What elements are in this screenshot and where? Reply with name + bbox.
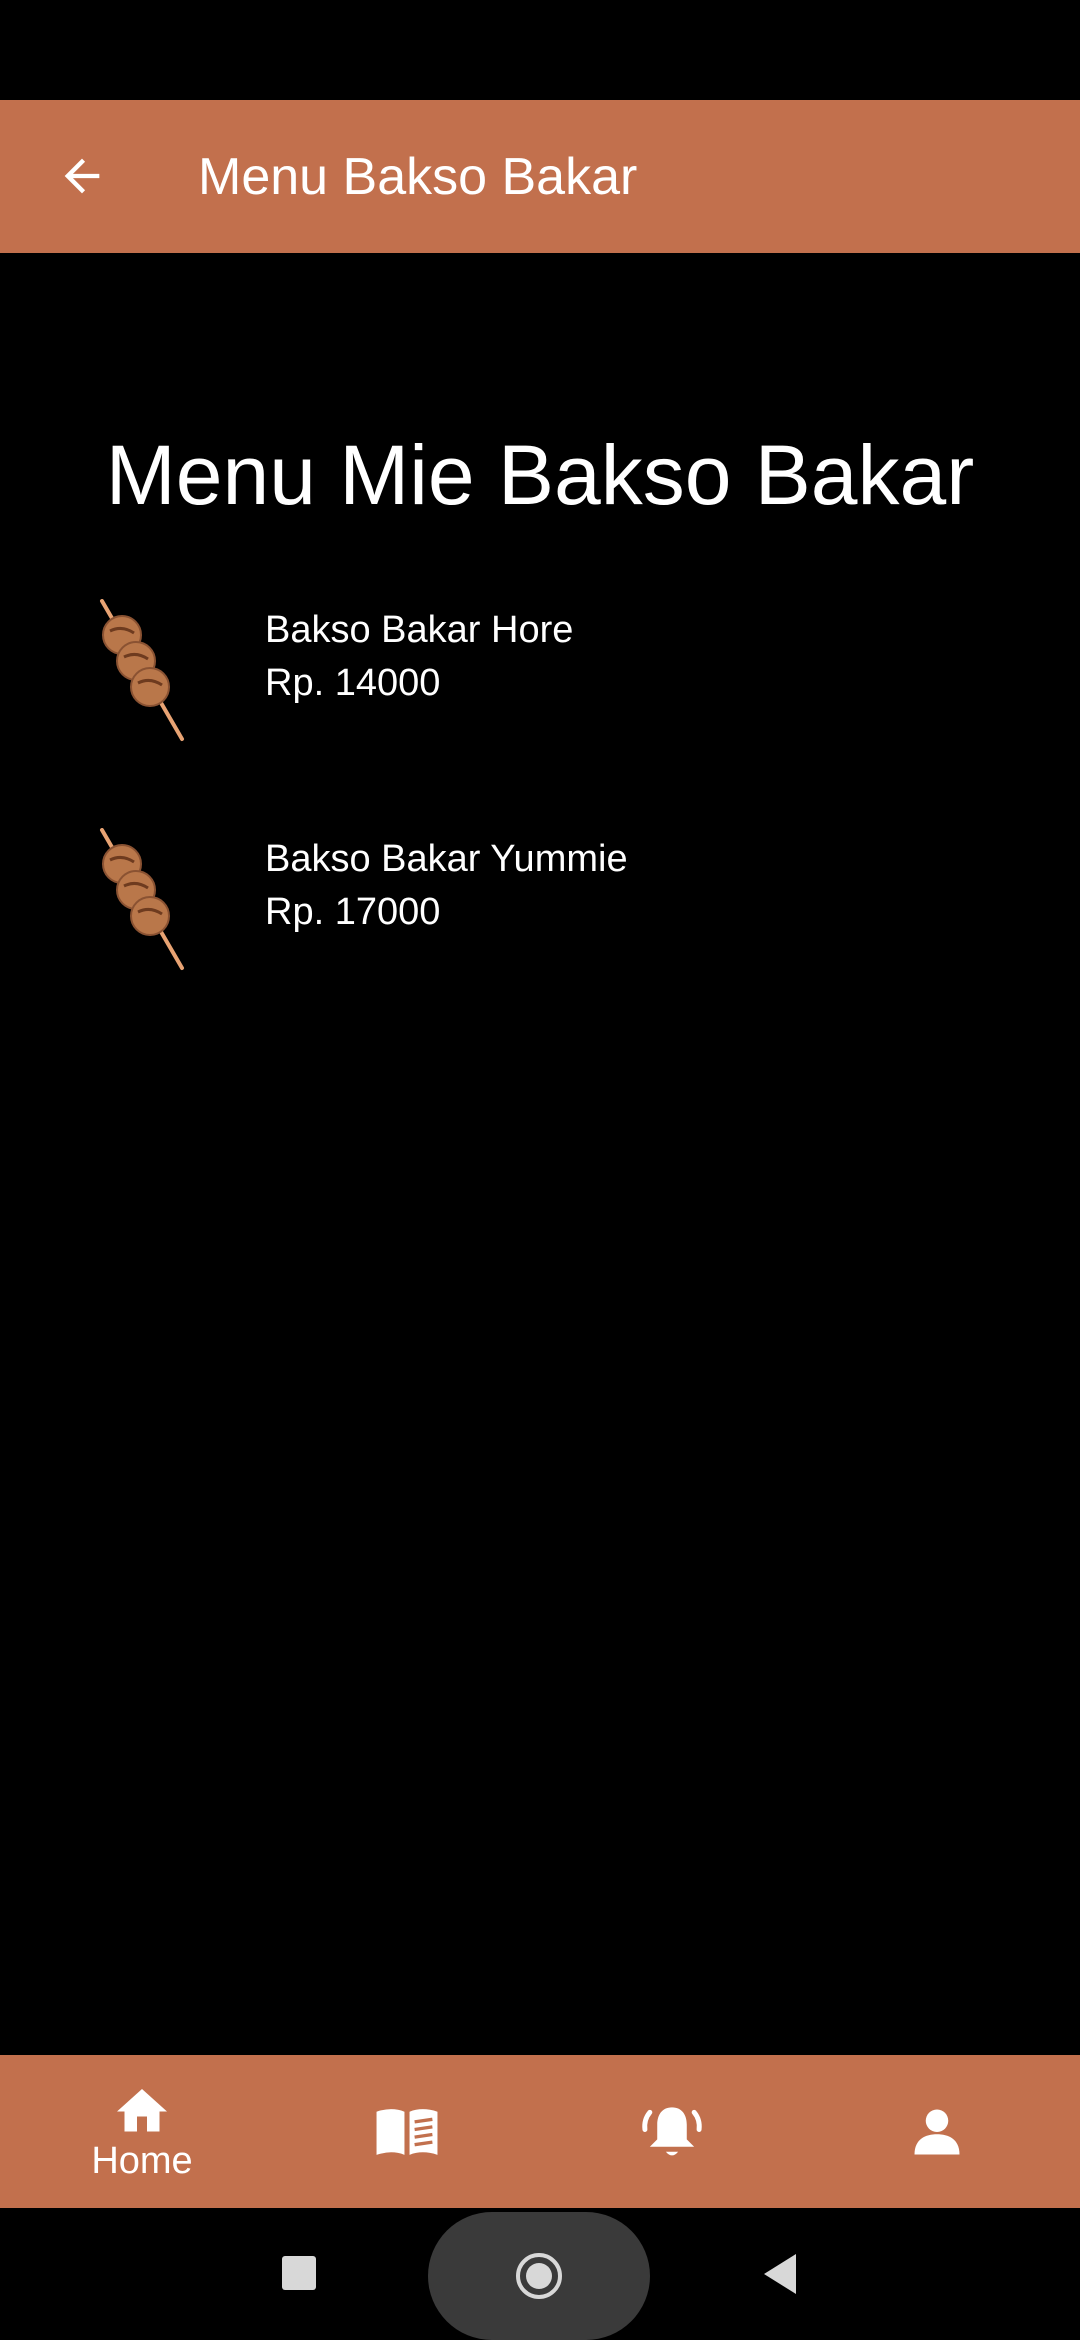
nav-item-menu[interactable] (272, 2055, 542, 2208)
app-bar-title: Menu Bakso Bakar (198, 147, 638, 206)
menu-item-price: Rp. 17000 (265, 891, 441, 933)
back-button[interactable] (44, 138, 120, 214)
arrow-back-icon (64, 158, 100, 194)
menu-item-name: Bakso Bakar Yummie (265, 838, 628, 880)
menu-item[interactable]: Bakso Bakar Hore Rp. 14000 (0, 585, 1080, 814)
nav-item-home[interactable]: Home (7, 2055, 277, 2208)
meatball-skewer-icon (100, 828, 184, 970)
meatball-skewer-icon (100, 599, 184, 741)
bottom-navigation: Home (0, 2055, 1080, 2208)
system-back-icon[interactable] (760, 2252, 800, 2296)
notification-bell-icon (642, 2106, 702, 2155)
system-home-button[interactable] (428, 2212, 650, 2340)
nav-item-notifications[interactable] (537, 2055, 807, 2208)
menu-list: Bakso Bakar Hore Rp. 14000 Bakso Bakar Y… (0, 585, 1080, 1043)
app-screen: Menu Bakso Bakar Menu Mie Bakso Bakar Ba… (0, 0, 1080, 2340)
nav-item-label: Home (91, 2139, 193, 2182)
system-navigation-bar (0, 2208, 1080, 2340)
home-circle-icon (516, 2253, 562, 2299)
menu-item-name: Bakso Bakar Hore (265, 609, 574, 651)
menu-item-price: Rp. 14000 (265, 662, 441, 704)
home-icon (117, 2088, 167, 2131)
menu-item[interactable]: Bakso Bakar Yummie Rp. 17000 (0, 814, 1080, 1043)
nav-item-profile[interactable] (802, 2055, 1072, 2208)
status-bar (0, 0, 1080, 100)
app-bar: Menu Bakso Bakar (0, 100, 1080, 253)
person-icon (914, 2109, 960, 2154)
menu-book-icon (376, 2108, 438, 2155)
recent-apps-icon[interactable] (282, 2256, 316, 2290)
page-title: Menu Mie Bakso Bakar (105, 428, 975, 522)
